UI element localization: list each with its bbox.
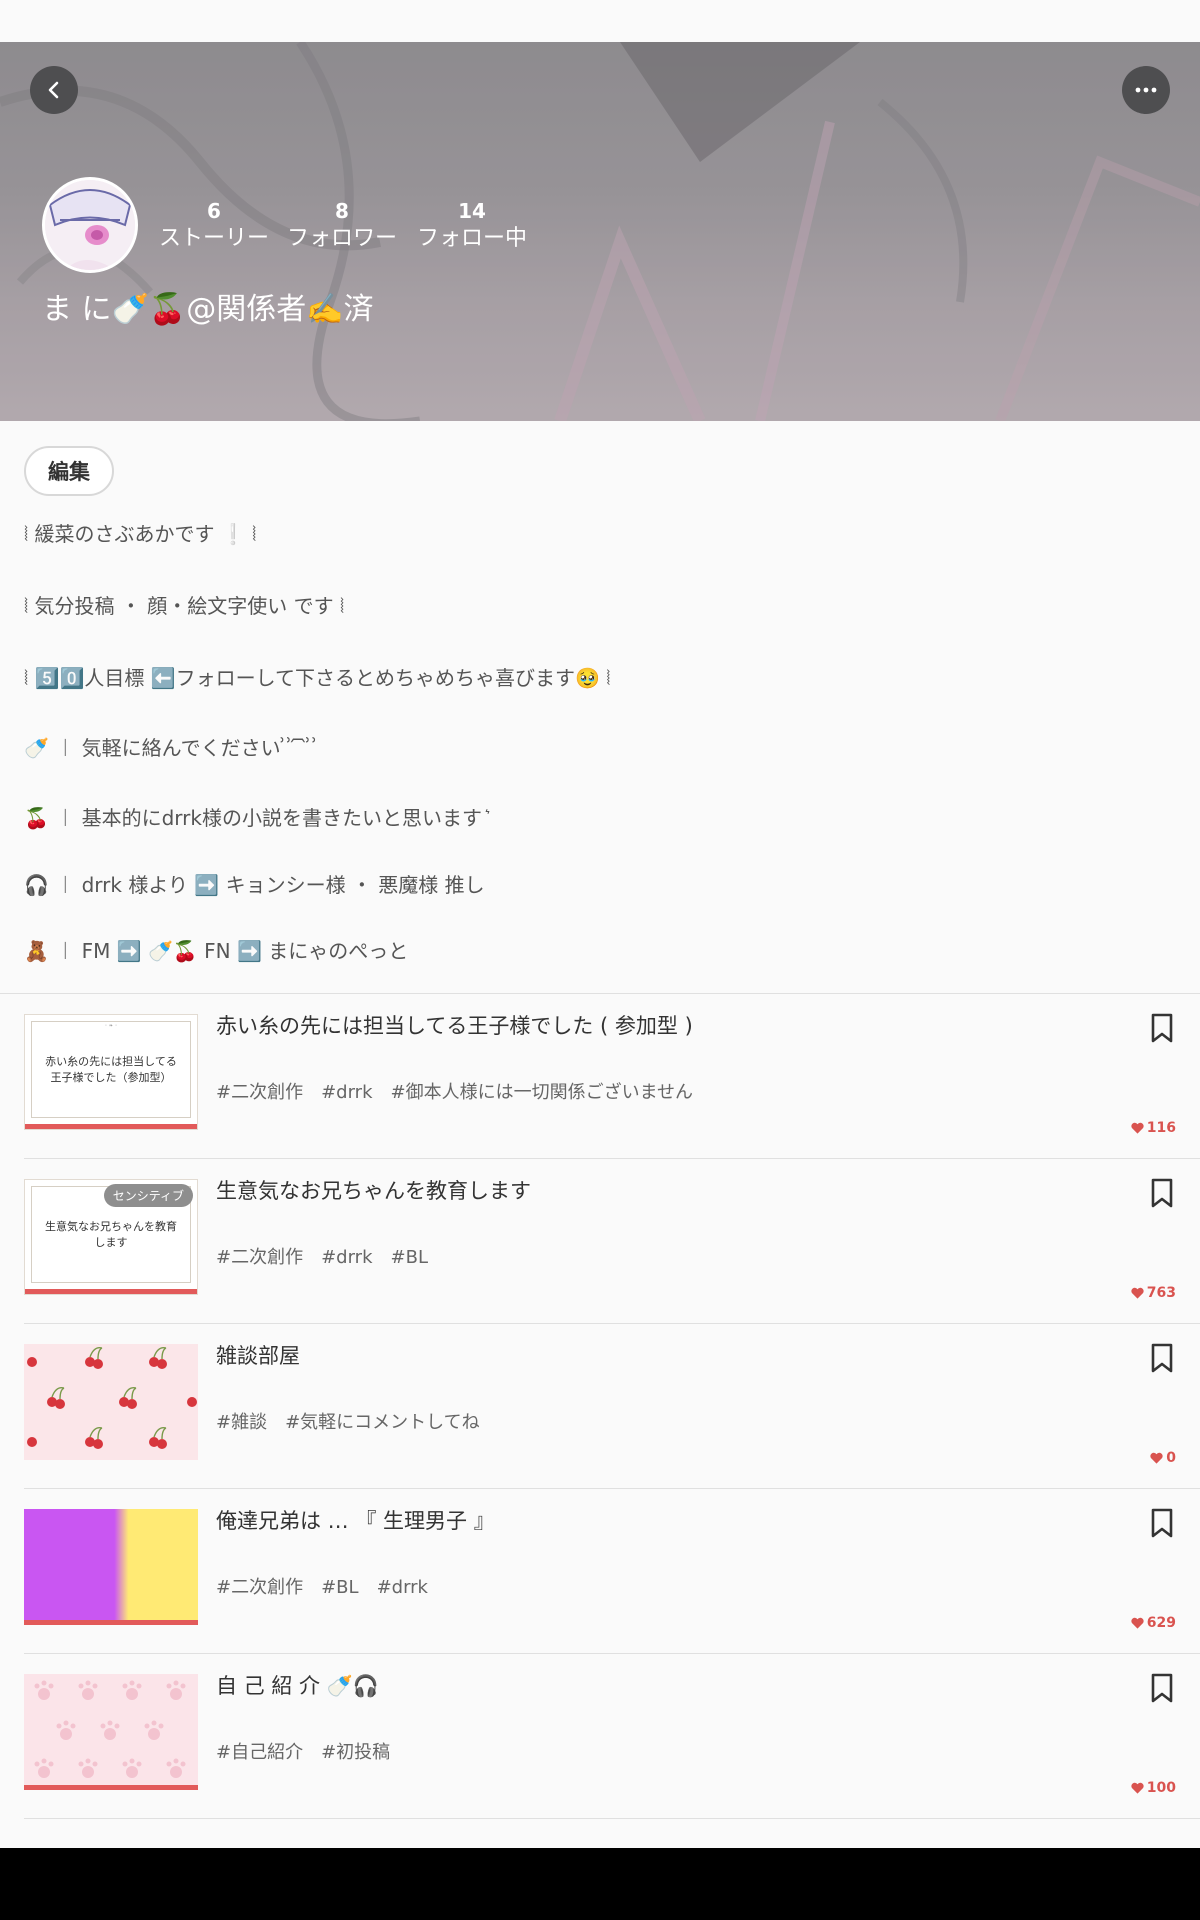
bio-line: 🍒 ︱ 基本的にdrrk様の小説を書きたいと思います ͛ <box>24 806 488 830</box>
stat-value: 14 <box>458 199 486 223</box>
stat-label: フォロー中 <box>416 226 527 251</box>
story-item[interactable]: 自 己 紹 介 🍼🎧 #自己紹介 #初投稿 100 <box>0 1654 1200 1819</box>
bookmark-icon[interactable] <box>1148 1672 1176 1704</box>
bookmark-icon[interactable] <box>1148 1342 1176 1374</box>
thumbnail-accent-bar <box>24 1785 198 1790</box>
story-item[interactable]: ◦ ❧ ◦ 赤い糸の先には担当してる王子様でした（参加型） 赤い糸の先には担当し… <box>0 994 1200 1159</box>
tag-link[interactable]: #御本人様には一切関係ございません <box>391 1082 694 1103</box>
bookmark-icon[interactable] <box>1148 1507 1176 1539</box>
story-tags: #二次創作 #BL #drrk <box>216 1573 446 1599</box>
edit-profile-button[interactable]: 編集 <box>24 446 114 496</box>
tag-link[interactable]: #初投稿 <box>321 1742 390 1763</box>
thumbnail-accent-bar <box>24 1620 198 1625</box>
tag-link[interactable]: #drrk <box>377 1577 428 1598</box>
story-thumbnail <box>24 1344 198 1460</box>
stat-followers[interactable]: 8 フォロワー <box>286 198 398 254</box>
tag-link[interactable]: #二次創作 <box>216 1577 303 1598</box>
likes-value: 100 <box>1146 1780 1176 1796</box>
story-divider <box>24 1818 1200 1819</box>
likes-count: 0 <box>1150 1450 1176 1466</box>
thumbnail-accent-bar <box>25 1289 197 1294</box>
thumbnail-accent-bar <box>25 1124 197 1129</box>
heart-icon <box>1131 1122 1144 1134</box>
story-thumbnail: ◦ ❧ ◦ 赤い糸の先には担当してる王子様でした（参加型） <box>24 1014 198 1130</box>
bio-line: ⦚ 緩菜のさぶあかです ❕ ⦚ <box>24 522 257 546</box>
likes-count: 116 <box>1131 1120 1176 1136</box>
bio-line: 🎧 ︱ drrk 様より ➡️ キョンシー様 ・ 悪魔様 推し <box>24 873 485 897</box>
username: ま に🍼🍒@関係者✍️済 <box>42 292 374 327</box>
tag-link[interactable]: #drrk <box>321 1247 372 1268</box>
tag-link[interactable]: #drrk <box>321 1082 372 1103</box>
tag-link[interactable]: #気軽にコメントしてね <box>285 1412 480 1433</box>
likes-value: 629 <box>1146 1615 1176 1631</box>
tag-link[interactable]: #BL <box>391 1247 428 1268</box>
stat-value: 8 <box>335 199 349 223</box>
story-tags: #雑談 #気軽にコメントしてね <box>216 1408 498 1434</box>
status-bar <box>0 0 1200 42</box>
story-item[interactable]: 雑談部屋 #雑談 #気軽にコメントしてね 0 <box>0 1324 1200 1489</box>
story-item[interactable]: 俺達兄弟は … 『 生理男子 』 #二次創作 #BL #drrk 629 <box>0 1489 1200 1654</box>
story-thumbnail <box>24 1674 198 1790</box>
bio-line: ⦚ 気分投稿 ・ 顔・絵文字使い です ⦚ <box>24 594 345 618</box>
story-item[interactable]: 生意気なお兄ちゃんを教育します センシティブ 生意気なお兄ちゃんを教育します #… <box>0 1159 1200 1324</box>
story-tags: #自己紹介 #初投稿 <box>216 1738 408 1764</box>
story-title: 自 己 紹 介 🍼🎧 <box>216 1674 379 1698</box>
tag-link[interactable]: #雑談 <box>216 1412 267 1433</box>
stat-following[interactable]: 14 フォロー中 <box>416 198 528 254</box>
thumbnail-title: 赤い糸の先には担当してる王子様でした（参加型） <box>31 1021 191 1118</box>
tag-link[interactable]: #二次創作 <box>216 1082 303 1103</box>
likes-value: 0 <box>1166 1450 1176 1466</box>
tag-link[interactable]: #二次創作 <box>216 1247 303 1268</box>
avatar[interactable] <box>42 177 138 273</box>
sensitive-badge: センシティブ <box>103 1184 193 1207</box>
tag-link[interactable]: #BL <box>321 1577 358 1598</box>
more-options-button[interactable] <box>1122 66 1170 114</box>
story-title: 雑談部屋 <box>216 1344 300 1368</box>
more-horizontal-icon <box>1135 87 1157 93</box>
heart-icon <box>1131 1617 1144 1629</box>
likes-count: 629 <box>1131 1615 1176 1631</box>
story-title: 生意気なお兄ちゃんを教育します <box>216 1179 531 1203</box>
chevron-left-icon <box>48 81 59 99</box>
stat-label: フォロワー <box>286 226 397 251</box>
stat-stories[interactable]: 6 ストーリー <box>158 198 270 254</box>
bookmark-icon[interactable] <box>1148 1012 1176 1044</box>
likes-count: 100 <box>1131 1780 1176 1796</box>
likes-value: 116 <box>1146 1120 1176 1136</box>
bio-line: 🧸 ︱ FM ➡️ 🍼🍒 FN ➡️ まにゃのぺっと <box>24 939 409 963</box>
heart-icon <box>1131 1782 1144 1794</box>
likes-value: 763 <box>1146 1285 1176 1301</box>
cherry-pattern-image <box>27 1347 197 1449</box>
story-thumbnail <box>24 1509 198 1625</box>
system-navigation-bar <box>0 1848 1200 1920</box>
bio-line: ⦚ 5️⃣0️⃣人目標 ⬅️フォローして下さるとめちゃめちゃ喜びます🥹 ⦚ <box>24 666 611 690</box>
back-button[interactable] <box>30 66 78 114</box>
tag-link[interactable]: #自己紹介 <box>216 1742 303 1763</box>
profile-header: 6 ストーリー 8 フォロワー 14 フォロー中 ま に🍼🍒@関係者✍️済 <box>0 42 1200 421</box>
bookmark-icon[interactable] <box>1148 1177 1176 1209</box>
story-title: 俺達兄弟は … 『 生理男子 』 <box>216 1509 495 1533</box>
heart-icon <box>1150 1452 1163 1464</box>
heart-icon <box>1131 1287 1144 1299</box>
story-tags: #二次創作 #drrk #御本人様には一切関係ございません <box>216 1078 711 1104</box>
story-title: 赤い糸の先には担当してる王子様でした ( 参加型 ) <box>216 1014 693 1038</box>
bio-line: 🍼 ︱ 気軽に絡んでください ͗ ͗ ᷇ ᷆ ͗ ͗ <box>24 736 319 760</box>
story-thumbnail: 生意気なお兄ちゃんを教育します センシティブ <box>24 1179 198 1295</box>
story-tags: #二次創作 #drrk #BL <box>216 1243 446 1269</box>
paw-pattern-image <box>34 1680 186 1778</box>
likes-count: 763 <box>1131 1285 1176 1301</box>
avatar-image <box>45 180 135 270</box>
stat-value: 6 <box>207 199 221 223</box>
stat-label: ストーリー <box>158 226 269 251</box>
